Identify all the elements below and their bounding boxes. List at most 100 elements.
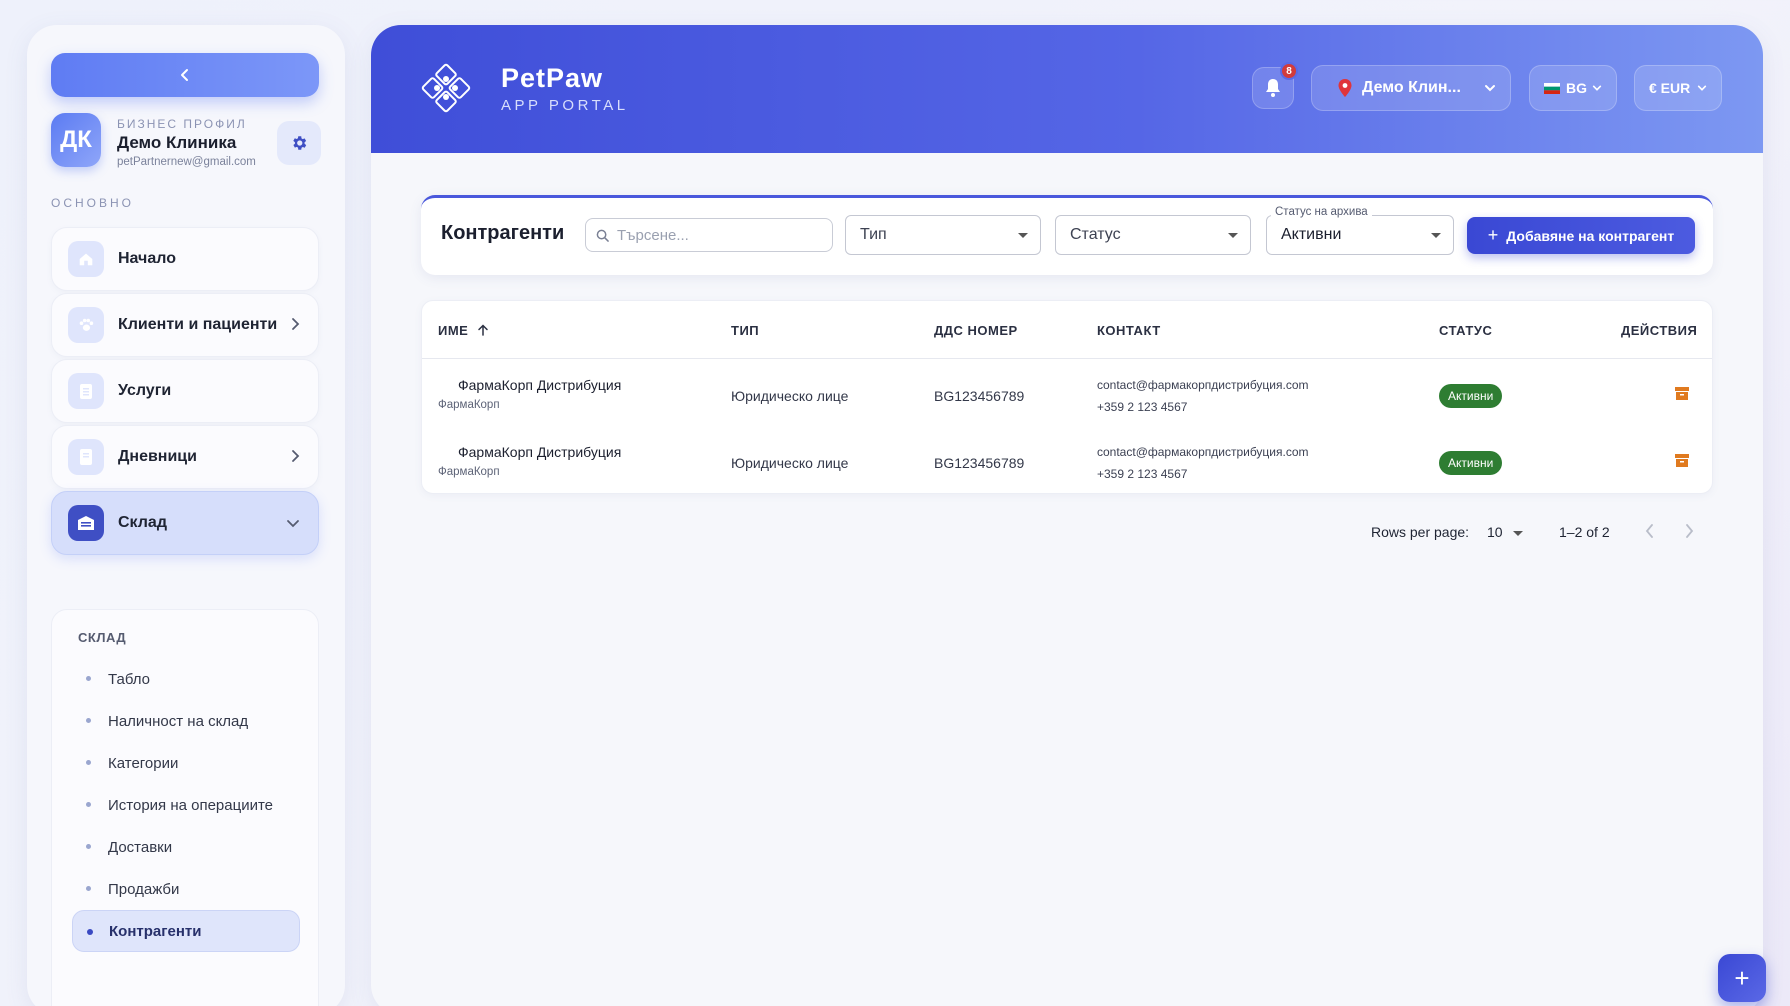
row-name: ФармаКорп Дистрибуция <box>458 377 622 393</box>
column-header-vat[interactable]: ДДС НОМЕР <box>934 323 1018 338</box>
previous-page-icon[interactable] <box>1644 522 1656 540</box>
status-filter-select[interactable]: Статус <box>1055 215 1251 255</box>
logo-icon <box>421 63 471 113</box>
status-badge: Активни <box>1439 384 1503 408</box>
type-filter-select[interactable]: Тип <box>845 215 1041 255</box>
submenu-item-label: Наличност на склад <box>108 712 249 730</box>
brand-name: PetPaw <box>501 63 604 93</box>
row-short-name: ФармаКорп <box>438 466 500 478</box>
row-vat: BG123456789 <box>934 388 1025 404</box>
sidebar-item-clients[interactable]: Клиенти и пациенти <box>51 293 319 357</box>
table-row[interactable]: ФармаКорп Дистрибуция ФармаКорп Юридичес… <box>422 359 1712 426</box>
journal-icon <box>68 439 104 475</box>
submenu-item-label: Контрагенти <box>109 922 202 940</box>
profile-name: Демо Клиника <box>117 133 237 152</box>
search-field[interactable] <box>585 218 833 252</box>
sidebar-item-label: Услуги <box>118 382 172 399</box>
row-type: Юридическо лице <box>731 455 849 471</box>
chevron-down-icon <box>287 520 299 528</box>
sidebar-item-services[interactable]: Услуги <box>51 359 319 423</box>
main-content: PetPaw APP PORTAL 8 Демо Клин... BG € EU… <box>371 25 1763 1006</box>
next-page-icon[interactable] <box>1683 522 1695 540</box>
add-counterparty-label: Добавяне на контрагент <box>1506 227 1675 244</box>
location-select[interactable]: Демо Клин... <box>1311 65 1511 111</box>
submenu-item-label: Продажби <box>108 880 180 898</box>
counterparties-toolbar: Контрагенти Тип Статус Активни Статус на… <box>421 195 1713 275</box>
sidebar-item-label: Клиенти и пациенти <box>118 316 278 333</box>
notification-badge: 8 <box>1280 62 1298 80</box>
submenu-item-label: Табло <box>108 670 151 688</box>
archive-status-select[interactable]: Активни <box>1266 215 1454 255</box>
submenu-item-dashboard[interactable]: Табло <box>72 658 300 700</box>
bulgaria-flag-icon <box>1544 82 1560 94</box>
bullet-icon <box>86 886 91 891</box>
submenu-item-label: История на операциите <box>108 796 274 814</box>
collapse-sidebar-button[interactable] <box>51 53 319 97</box>
plus-icon: + <box>1487 225 1499 245</box>
column-header-label: ИМЕ <box>438 323 469 338</box>
search-input[interactable] <box>617 226 817 244</box>
sidebar-item-label: Склад <box>118 514 167 531</box>
row-type: Юридическо лице <box>731 388 849 404</box>
section-label: ОСНОВНО <box>51 196 135 210</box>
row-short-name: ФармаКорп <box>438 399 500 411</box>
archive-status-label: Статус на архива <box>1271 206 1372 218</box>
rows-per-page-select[interactable]: 10 <box>1487 524 1523 540</box>
page-title: Контрагенти <box>441 222 565 244</box>
profile-kicker: БИЗНЕС ПРОФИЛ <box>117 117 247 131</box>
search-icon <box>596 229 609 242</box>
sidebar-item-label: Начало <box>118 250 176 267</box>
avatar: ДК <box>51 113 101 167</box>
sidebar-item-home[interactable]: Начало <box>51 227 319 291</box>
language-select[interactable]: BG <box>1529 65 1617 111</box>
currency-select[interactable]: € EUR <box>1634 65 1722 111</box>
sidebar-item-journals[interactable]: Дневници <box>51 425 319 489</box>
submenu-title: СКЛАД <box>78 630 127 645</box>
bullet-icon <box>86 760 91 765</box>
row-name: ФармаКорп Дистрибуция <box>458 444 622 460</box>
sidebar: ДК БИЗНЕС ПРОФИЛ Демо Клиника petPartner… <box>27 25 345 1006</box>
submenu-item-label: Категории <box>108 754 179 772</box>
profile-settings-button[interactable] <box>277 121 321 165</box>
column-header-status[interactable]: СТАТУС <box>1439 323 1492 338</box>
type-filter-label: Тип <box>860 226 887 243</box>
add-counterparty-button[interactable]: + Добавяне на контрагент <box>1467 217 1695 254</box>
archive-status-value: Активни <box>1281 226 1342 243</box>
submenu-item-categories[interactable]: Категории <box>72 742 300 784</box>
language-label: BG <box>1566 80 1587 96</box>
chevron-down-icon <box>1592 85 1602 91</box>
rows-per-page-value: 10 <box>1487 524 1503 540</box>
column-header-name[interactable]: ИМЕ <box>438 323 489 338</box>
submenu-item-deliveries[interactable]: Доставки <box>72 826 300 868</box>
warehouse-icon <box>68 505 104 541</box>
sidebar-item-warehouse[interactable]: Склад <box>51 491 319 555</box>
row-phone: +359 2 123 4567 <box>1097 467 1188 481</box>
currency-label: € EUR <box>1649 80 1691 96</box>
submenu-item-label: Доставки <box>108 838 173 856</box>
bullet-icon <box>86 718 91 723</box>
status-filter-label: Статус <box>1070 226 1121 243</box>
submenu-item-sales[interactable]: Продажби <box>72 868 300 910</box>
app-header: PetPaw APP PORTAL 8 Демо Клин... BG € EU… <box>371 25 1763 153</box>
submenu-item-history[interactable]: История на операциите <box>72 784 300 826</box>
paw-icon <box>68 307 104 343</box>
column-header-actions: ДЕЙСТВИЯ <box>1621 323 1698 338</box>
floating-add-button[interactable]: + <box>1718 954 1766 1002</box>
profile-email: petPartnernew@gmail.com <box>117 156 256 168</box>
row-phone: +359 2 123 4567 <box>1097 400 1188 414</box>
location-pin-icon <box>1338 79 1352 97</box>
dropdown-arrow-icon <box>1228 233 1238 238</box>
archive-icon[interactable] <box>1675 387 1689 400</box>
submenu-item-counterparties[interactable]: Контрагенти <box>72 910 300 952</box>
bell-icon <box>1266 79 1280 97</box>
home-icon <box>68 241 104 277</box>
submenu-item-stock[interactable]: Наличност на склад <box>72 700 300 742</box>
warehouse-submenu: СКЛАД Табло Наличност на склад Категории… <box>51 609 319 1006</box>
archive-icon[interactable] <box>1675 454 1689 467</box>
table-row[interactable]: ФармаКорп Дистрибуция ФармаКорп Юридичес… <box>422 426 1712 493</box>
column-header-contact[interactable]: КОНТАКТ <box>1097 323 1161 338</box>
column-header-type[interactable]: ТИП <box>731 323 759 338</box>
plus-icon: + <box>1734 962 1750 993</box>
bullet-icon <box>87 929 93 935</box>
notifications-button[interactable]: 8 <box>1252 62 1298 109</box>
